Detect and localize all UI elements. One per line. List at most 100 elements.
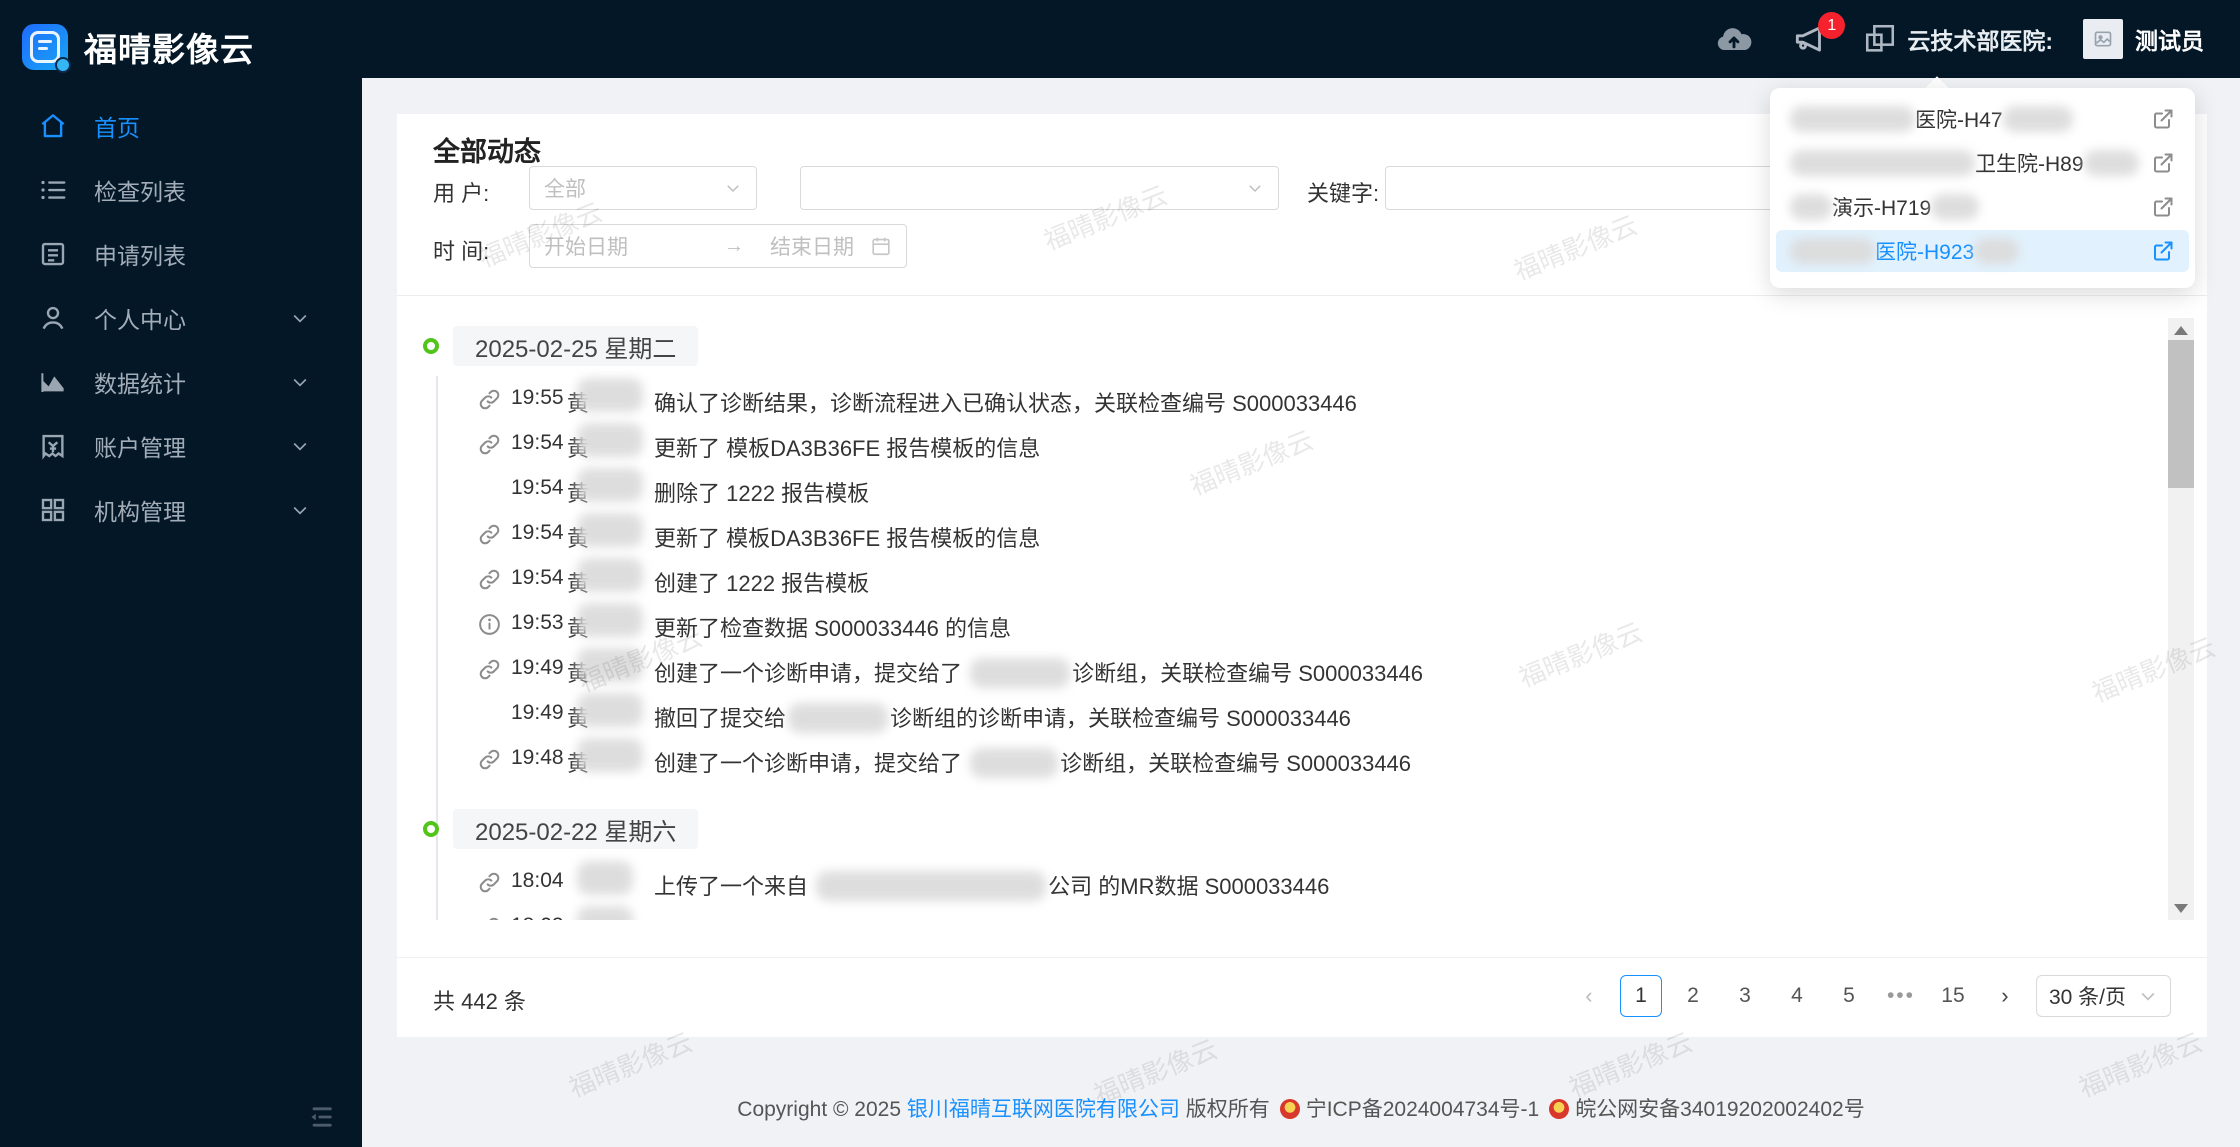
scrollbar[interactable] — [2168, 318, 2194, 920]
pagination-bar: 共 442 条 ‹ 1 2 3 4 5 ••• 15 › 30 条/页 — [397, 958, 2207, 1037]
org-item-label: 演示-H719 — [1832, 197, 1932, 220]
cloud-upload-icon[interactable] — [1711, 16, 1757, 62]
user-menu[interactable]: 测试员 — [2083, 19, 2204, 59]
sidebar-item-5[interactable]: 数据统计 — [0, 350, 362, 414]
link-icon — [477, 870, 502, 895]
entry-time: 19:53 — [511, 611, 564, 634]
date-range-picker[interactable]: 开始日期 → 结束日期 — [529, 224, 907, 268]
entry-user: 黄 — [567, 693, 647, 733]
link-icon — [477, 657, 502, 682]
panel-title: 全部动态 — [433, 137, 541, 167]
range-arrow-icon: → — [724, 234, 744, 257]
entry-text: 诊断组的诊断申请，关联检查编号 S000033446 — [890, 706, 1351, 731]
redacted-name — [577, 513, 643, 547]
chevron-down-icon — [290, 436, 310, 456]
app-title: 福晴影像云 — [84, 31, 254, 68]
org-switcher[interactable]: 云技术部医院: — [1863, 22, 2053, 56]
org-dropdown-item-1[interactable]: 医院-H47 — [1776, 98, 2189, 140]
pagination-page-5[interactable]: 5 — [1828, 975, 1870, 1017]
redacted-text — [970, 658, 1071, 689]
sidebar-menu: 首页检查列表 申请列表 个人中心数据统计账户管理机构管理 — [0, 94, 362, 542]
sidebar-item-4[interactable]: 个人中心 — [0, 286, 362, 350]
page-size-select[interactable]: 30 条/页 — [2035, 975, 2171, 1017]
sidebar-collapse-icon[interactable] — [306, 1103, 336, 1131]
chevron-down-icon — [290, 372, 310, 392]
chevron-down-icon — [290, 308, 310, 328]
emblem-icon — [1279, 1099, 1300, 1119]
list-icon — [38, 175, 68, 205]
notification-badge: 1 — [1818, 12, 1846, 39]
pagination-next[interactable]: › — [1984, 975, 2026, 1017]
entry-user: 黄 — [567, 378, 647, 418]
total-count: 共 442 条 — [433, 989, 526, 1014]
user-icon — [38, 303, 68, 333]
timeline-entry: 19:48黄创建了一个诊断申请，提交给了 诊断组，关联检查编号 S0000334… — [397, 738, 2157, 783]
org-dropdown-item-3[interactable]: 演示-H719 — [1776, 186, 2189, 228]
pagination-page-1[interactable]: 1 — [1619, 975, 1662, 1017]
pagination-prev[interactable]: ‹ — [1568, 975, 1610, 1017]
entry-user: 黄 — [567, 738, 647, 778]
user-filter-label: 用 户: — [433, 181, 490, 206]
external-link-icon[interactable] — [2151, 107, 2175, 131]
sidebar-item-label: 数据统计 — [94, 371, 186, 397]
external-link-icon[interactable] — [2151, 151, 2175, 175]
org-grid-icon — [38, 495, 68, 525]
entry-user: 黄 — [567, 603, 647, 643]
user-type-select[interactable]: 全部 — [529, 166, 757, 210]
sidebar-item-3[interactable]: 申请列表 — [0, 222, 362, 286]
redacted-name — [577, 861, 633, 895]
redacted-name — [577, 468, 643, 502]
redacted-text — [970, 748, 1059, 779]
entry-time: 19:54 — [511, 476, 564, 499]
redacted-text — [1790, 150, 1975, 176]
company-link[interactable]: 银川福晴互联网医院有限公司 — [907, 1098, 1180, 1121]
pagination-page-3[interactable]: 3 — [1724, 975, 1766, 1017]
keyword-label: 关键字: — [1307, 181, 1380, 206]
timeline-date: 2025-02-25 星期二 — [453, 326, 699, 366]
sidebar-item-6[interactable]: 账户管理 — [0, 414, 362, 478]
scrollbar-thumb[interactable] — [2168, 340, 2194, 488]
timeline-date-dot — [423, 338, 439, 354]
sidebar-item-7[interactable]: 机构管理 — [0, 478, 362, 542]
redacted-text — [1790, 194, 1832, 220]
link-icon — [477, 915, 502, 920]
sidebar: 福晴影像云 首页检查列表 申请列表 个人中心数据统计账户管理机构管理 — [0, 0, 362, 1147]
timeline-entry: 19:54黄更新了 模板DA3B36FE 报告模板的信息 — [397, 513, 2157, 558]
announcement-icon[interactable]: 1 — [1787, 12, 1846, 62]
scrollbar-up-arrow[interactable] — [2168, 318, 2194, 342]
org-dropdown-item-4[interactable]: 医院-H923 — [1776, 230, 2189, 272]
chevron-down-icon — [290, 500, 310, 520]
timeline-entry: 18:04 上传了一个来自 公司 的MR数据 S000033446 — [397, 861, 2157, 906]
entry-time: 18:03 — [511, 914, 564, 920]
sidebar-item-2[interactable]: 检查列表 — [0, 158, 362, 222]
pagination-page-4[interactable]: 4 — [1776, 975, 1818, 1017]
redacted-name — [577, 648, 643, 682]
redacted-text — [1931, 194, 1980, 220]
pagination-page-15[interactable]: 15 — [1932, 975, 1974, 1017]
entry-text: 更新了检查数据 S000033446 的信息 — [654, 616, 1012, 641]
external-link-icon[interactable] — [2151, 239, 2175, 263]
home-icon — [38, 111, 68, 141]
sidebar-item-label: 首页 — [94, 115, 140, 141]
redacted-text — [2002, 106, 2073, 132]
timeline-entry: 19:55黄确认了诊断结果，诊断流程进入已确认状态，关联检查编号 S000033… — [397, 378, 2157, 423]
sidebar-item-1[interactable]: 首页 — [0, 94, 362, 158]
entry-user: 黄 — [567, 423, 647, 463]
user-type-value: 全部 — [544, 178, 586, 201]
sidebar-item-label: 机构管理 — [94, 499, 186, 525]
org-dropdown-item-2[interactable]: 卫生院-H89 — [1776, 142, 2189, 184]
redacted-text — [1974, 238, 2020, 264]
entry-text: 更新了 模板DA3B36FE 报告模板的信息 — [654, 526, 1041, 551]
chevron-down-icon — [724, 179, 742, 197]
app-logo[interactable]: 福晴影像云 — [0, 0, 362, 78]
external-link-icon[interactable] — [2151, 195, 2175, 219]
scrollbar-down-arrow[interactable] — [2168, 896, 2194, 920]
entry-text: 确认了诊断结果，诊断流程进入已确认状态，关联检查编号 S000033446 — [654, 391, 1357, 416]
pagination-ellipsis[interactable]: ••• — [1880, 975, 1922, 1017]
user-select[interactable] — [800, 166, 1279, 210]
avatar — [2083, 19, 2123, 59]
filter-divider — [397, 295, 2207, 296]
entry-text: 公司 的MR数据 S000033446 — [1048, 874, 1330, 899]
pagination-page-2[interactable]: 2 — [1672, 975, 1714, 1017]
activity-timeline: 2025-02-25 星期二 19:55黄确认了诊断结果，诊断流程进入已确认状态，… — [397, 318, 2207, 920]
